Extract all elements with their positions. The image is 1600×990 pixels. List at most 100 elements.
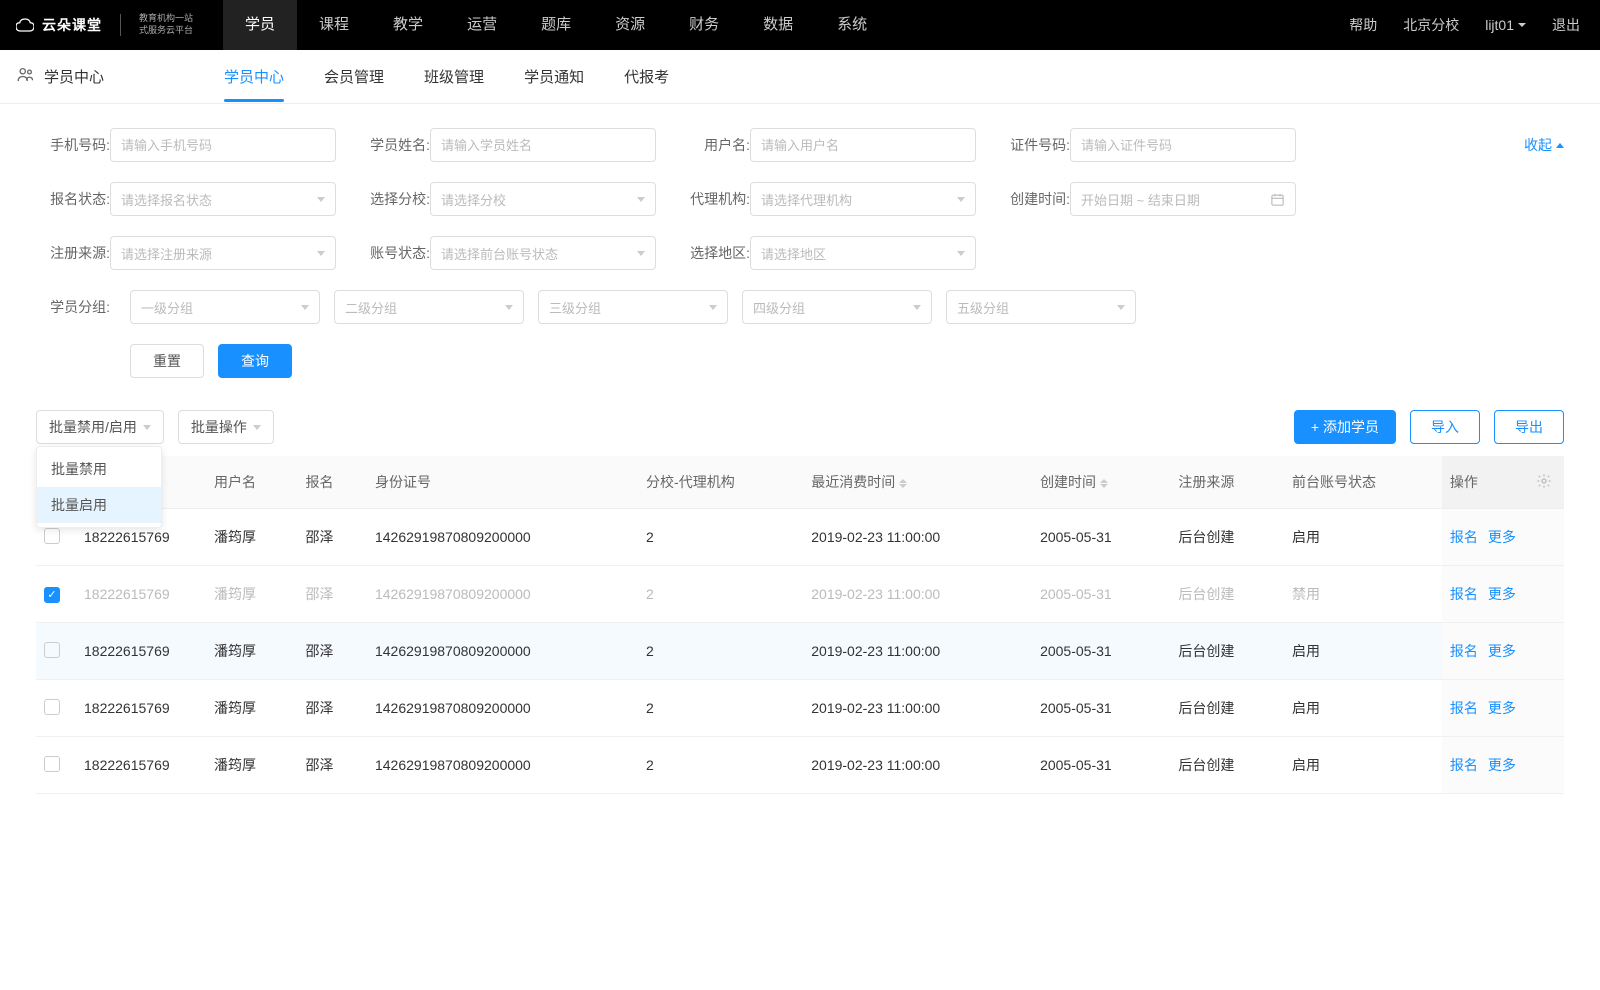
region-select[interactable]: 请选择地区 — [750, 236, 976, 270]
group-label: 学员分组: — [36, 297, 110, 317]
agency-select[interactable]: 请选择代理机构 — [750, 182, 976, 216]
row-checkbox[interactable] — [44, 699, 60, 715]
collapse-toggle[interactable]: 收起 — [1524, 135, 1564, 155]
subnav-tab-3[interactable]: 学员通知 — [524, 52, 584, 101]
action-more[interactable]: 更多 — [1488, 643, 1516, 659]
user-input[interactable] — [750, 128, 976, 162]
nav-item-5[interactable]: 资源 — [593, 0, 667, 50]
caret-down-icon — [1518, 23, 1526, 27]
cell-enroll: 邵泽 — [298, 680, 367, 737]
add-student-button[interactable]: + 添加学员 — [1294, 410, 1396, 444]
help-link[interactable]: 帮助 — [1349, 15, 1377, 35]
logo: 云朵课堂 教育机构一站式服务云平台 — [16, 13, 193, 36]
batch-ops-dropdown[interactable]: 批量操作 — [178, 410, 274, 444]
action-enroll[interactable]: 报名 — [1450, 586, 1478, 602]
action-more[interactable]: 更多 — [1488, 757, 1516, 773]
chevron-down-icon — [253, 425, 261, 430]
export-button[interactable]: 导出 — [1494, 410, 1564, 444]
batch-disable-item[interactable]: 批量禁用 — [37, 451, 161, 487]
create-time-picker[interactable]: 开始日期 ~ 结束日期 — [1070, 182, 1296, 216]
cell-enroll: 邵泽 — [298, 623, 367, 680]
subnav-tab-2[interactable]: 班级管理 — [424, 52, 484, 101]
nav-item-7[interactable]: 数据 — [741, 0, 815, 50]
cell-last-consume: 2019-02-23 11:00:00 — [803, 566, 1032, 623]
col-last-consume[interactable]: 最近消费时间 — [803, 456, 1032, 509]
chevron-down-icon — [637, 251, 645, 256]
batch-toggle-dropdown[interactable]: 批量禁用/启用 — [36, 410, 164, 444]
cell-create-time: 2005-05-31 — [1032, 566, 1170, 623]
subnav-tab-0[interactable]: 学员中心 — [224, 52, 284, 101]
idnum-label: 证件号码: — [996, 135, 1070, 155]
cell-create-time: 2005-05-31 — [1032, 680, 1170, 737]
cell-branch: 2 — [638, 737, 803, 794]
reset-button[interactable]: 重置 — [130, 344, 204, 378]
nav-item-4[interactable]: 题库 — [519, 0, 593, 50]
sub-tabs: 学员中心会员管理班级管理学员通知代报考 — [224, 52, 669, 101]
logout-link[interactable]: 退出 — [1552, 15, 1580, 35]
row-checkbox[interactable] — [44, 587, 60, 603]
cell-idno: 14262919870809200000 — [367, 623, 638, 680]
filter-area: 手机号码: 学员姓名: 用户名: 证件号码: 收起 报名状态:请选择报名状态 选… — [0, 104, 1600, 394]
nav-item-0[interactable]: 学员 — [223, 0, 297, 50]
cloud-icon — [16, 18, 34, 32]
subnav-tab-4[interactable]: 代报考 — [624, 52, 669, 101]
cell-branch: 2 — [638, 566, 803, 623]
cell-acct-status: 启用 — [1284, 623, 1442, 680]
nav-item-8[interactable]: 系统 — [815, 0, 889, 50]
cell-create-time: 2005-05-31 — [1032, 737, 1170, 794]
col-acct-status: 前台账号状态 — [1284, 456, 1442, 509]
nav-item-6[interactable]: 财务 — [667, 0, 741, 50]
chevron-up-icon — [1556, 143, 1564, 148]
calendar-icon — [1270, 192, 1285, 207]
group-select-4[interactable]: 四级分组 — [742, 290, 932, 324]
subnav-tab-1[interactable]: 会员管理 — [324, 52, 384, 101]
cell-idno: 14262919870809200000 — [367, 566, 638, 623]
nav-item-2[interactable]: 教学 — [371, 0, 445, 50]
name-label: 学员姓名: — [356, 135, 430, 155]
batch-enable-item[interactable]: 批量启用 — [37, 487, 161, 523]
action-more[interactable]: 更多 — [1488, 529, 1516, 545]
chevron-down-icon — [637, 197, 645, 202]
action-enroll[interactable]: 报名 — [1450, 643, 1478, 659]
query-button[interactable]: 查询 — [218, 344, 292, 378]
action-enroll[interactable]: 报名 — [1450, 529, 1478, 545]
chevron-down-icon — [317, 197, 325, 202]
group-select-5[interactable]: 五级分组 — [946, 290, 1136, 324]
page-title: 学员中心 — [44, 66, 104, 87]
row-checkbox[interactable] — [44, 756, 60, 772]
branch-select[interactable]: 请选择分校 — [430, 182, 656, 216]
row-checkbox[interactable] — [44, 528, 60, 544]
acct-status-select[interactable]: 请选择前台账号状态 — [430, 236, 656, 270]
group-select-3[interactable]: 三级分组 — [538, 290, 728, 324]
nav-item-1[interactable]: 课程 — [297, 0, 371, 50]
nav-right: 帮助 北京分校 lijt01 退出 — [1349, 15, 1580, 35]
reg-source-select[interactable]: 请选择注册来源 — [110, 236, 336, 270]
phone-input[interactable] — [110, 128, 336, 162]
idnum-input[interactable] — [1070, 128, 1296, 162]
logo-separator — [120, 14, 121, 36]
chevron-down-icon — [957, 197, 965, 202]
group-select-2[interactable]: 二级分组 — [334, 290, 524, 324]
col-idno: 身份证号 — [367, 456, 638, 509]
action-enroll[interactable]: 报名 — [1450, 757, 1478, 773]
row-checkbox[interactable] — [44, 642, 60, 658]
cell-reg-source: 后台创建 — [1170, 623, 1284, 680]
cell-enroll: 邵泽 — [298, 737, 367, 794]
name-input[interactable] — [430, 128, 656, 162]
group-select-1[interactable]: 一级分组 — [130, 290, 320, 324]
user-menu[interactable]: lijt01 — [1485, 17, 1526, 33]
action-enroll[interactable]: 报名 — [1450, 700, 1478, 716]
action-more[interactable]: 更多 — [1488, 700, 1516, 716]
enroll-status-select[interactable]: 请选择报名状态 — [110, 182, 336, 216]
nav-item-3[interactable]: 运营 — [445, 0, 519, 50]
enroll-status-label: 报名状态: — [36, 189, 110, 209]
import-button[interactable]: 导入 — [1410, 410, 1480, 444]
col-create-time[interactable]: 创建时间 — [1032, 456, 1170, 509]
cell-reg-source: 后台创建 — [1170, 566, 1284, 623]
action-more[interactable]: 更多 — [1488, 586, 1516, 602]
branch-link[interactable]: 北京分校 — [1403, 15, 1459, 35]
cell-enroll: 邵泽 — [298, 509, 367, 566]
cell-last-consume: 2019-02-23 11:00:00 — [803, 680, 1032, 737]
gear-icon[interactable] — [1536, 476, 1552, 492]
cell-username: 潘筠厚 — [206, 680, 298, 737]
